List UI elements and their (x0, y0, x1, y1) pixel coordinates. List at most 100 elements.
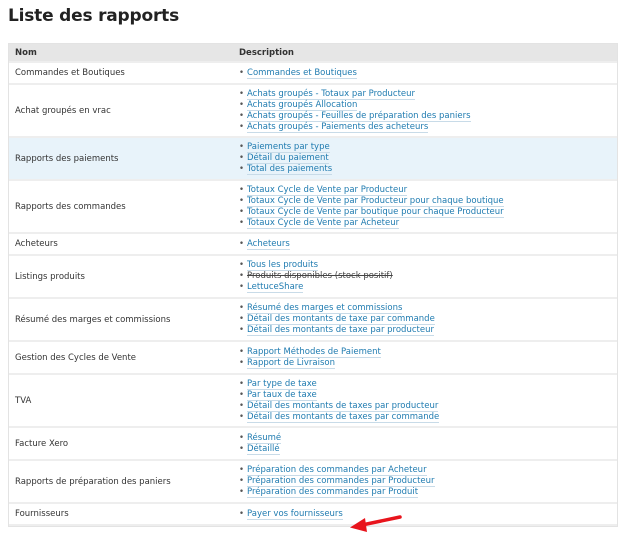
list-item: Commandes et Boutiques (239, 67, 611, 79)
list-item: Préparation des commandes par Produit (239, 487, 611, 498)
report-description: Résumé des marges et commissions Détail … (233, 299, 617, 342)
list-item: Rapport Méthodes de Paiement (239, 346, 611, 358)
list-item: Résumé des marges et commissions (239, 303, 611, 314)
table-row: Listings produits Tous les produits Prod… (9, 256, 617, 299)
report-link[interactable]: Achats groupés - Paiements des acheteurs (247, 121, 429, 133)
list-item: Détail des montants de taxe par producte… (239, 325, 611, 336)
list-item: LettuceShare (239, 282, 611, 293)
report-link[interactable]: Détaillé (247, 443, 280, 455)
list-item: Achats groupés - Paiements des acheteurs (239, 121, 611, 133)
list-item: Totaux Cycle de Vente par Acheteur (239, 217, 611, 229)
list-item: Produits disponibles (stock positif) (239, 271, 611, 282)
report-link[interactable]: Préparation des commandes par Acheteur (247, 465, 427, 476)
report-name: Gestion des Cycles de Vente (9, 342, 233, 375)
report-link[interactable]: Détail des montants de taxes par command… (247, 411, 440, 423)
report-link[interactable]: Rapport de Livraison (247, 357, 335, 369)
report-link[interactable]: Préparation des commandes par Produit (247, 487, 419, 498)
report-description: Préparation des commandes par Acheteur P… (233, 461, 617, 504)
report-name: Achat groupés en vrac (9, 85, 233, 138)
report-link[interactable]: Détail du paiement (247, 153, 329, 164)
list-item: Par type de taxe (239, 378, 611, 390)
report-link[interactable]: Total des paiements (247, 164, 333, 175)
report-link[interactable]: Préparation des commandes par Producteur (247, 476, 435, 487)
report-link[interactable]: Commandes et Boutiques (247, 67, 357, 79)
report-link-list: Résumé Détaillé (239, 432, 611, 455)
table-row: Acheteurs Acheteurs (9, 234, 617, 256)
report-link[interactable]: Totaux Cycle de Vente par Producteur pou… (247, 195, 504, 207)
list-item: Détaillé (239, 443, 611, 455)
list-item: Paiements par type (239, 142, 611, 153)
report-name: Facture Xero (9, 428, 233, 461)
list-item: Total des paiements (239, 164, 611, 175)
report-link[interactable]: Détail des montants de taxes par product… (247, 400, 439, 412)
table-row: TVA Par type de taxe Par taux de taxe Dé… (9, 375, 617, 428)
list-item: Détail du paiement (239, 153, 611, 164)
report-description: Tous les produits Produits disponibles (… (233, 256, 617, 299)
table-row: Achat groupés en vrac Achats groupés - T… (9, 85, 617, 138)
report-link[interactable]: Rapport Méthodes de Paiement (247, 346, 381, 358)
table-row: Résumé des marges et commissions Résumé … (9, 299, 617, 342)
report-description: Acheteurs (233, 234, 617, 256)
report-link-list: Résumé des marges et commissions Détail … (239, 303, 611, 336)
table-row: Rapports de préparation des paniers Prép… (9, 461, 617, 504)
report-description: Payer vos fournisseurs (233, 504, 617, 526)
table-row: Rapports des commandes Totaux Cycle de V… (9, 181, 617, 234)
report-link-payer-vos-fournisseurs[interactable]: Payer vos fournisseurs (247, 508, 343, 520)
list-item: Préparation des commandes par Producteur (239, 476, 611, 487)
list-item: Totaux Cycle de Vente par Producteur pou… (239, 195, 611, 207)
list-item: Détail des montants de taxe par commande (239, 314, 611, 325)
report-link[interactable]: Totaux Cycle de Vente par Acheteur (247, 217, 400, 229)
report-link[interactable]: Résumé (247, 432, 282, 444)
column-header-name: Nom (9, 44, 233, 63)
column-header-description: Description (233, 44, 617, 63)
list-item: Résumé (239, 432, 611, 444)
report-link[interactable]: Détail des montants de taxe par commande (247, 314, 435, 325)
report-description: Par type de taxe Par taux de taxe Détail… (233, 375, 617, 428)
report-link-list: Rapport Méthodes de Paiement Rapport de … (239, 346, 611, 369)
table-row: Commandes et Boutiques Commandes et Bout… (9, 63, 617, 85)
list-item: Par taux de taxe (239, 389, 611, 401)
report-link[interactable]: Totaux Cycle de Vente par boutique pour … (247, 206, 504, 218)
report-name: TVA (9, 375, 233, 428)
report-link-list: Achats groupés - Totaux par Producteur A… (239, 88, 611, 133)
report-name: Fournisseurs (9, 504, 233, 526)
report-name: Rapports de préparation des paniers (9, 461, 233, 504)
report-link[interactable]: Paiements par type (247, 142, 330, 153)
list-item: Détail des montants de taxes par command… (239, 411, 611, 423)
reports-table: Nom Description Commandes et Boutiques C… (8, 43, 618, 527)
table-row: Facture Xero Résumé Détaillé (9, 428, 617, 461)
list-item: Achats groupés Allocation (239, 99, 611, 111)
report-link[interactable]: Détail des montants de taxe par producte… (247, 325, 434, 336)
table-row: Rapports des paiements Paiements par typ… (9, 138, 617, 181)
report-link[interactable]: Résumé des marges et commissions (247, 303, 403, 314)
report-link-list: Tous les produits Produits disponibles (… (239, 260, 611, 293)
report-link[interactable]: LettuceShare (247, 282, 304, 293)
report-link[interactable]: Acheteurs (247, 238, 290, 250)
list-item: Tous les produits (239, 260, 611, 271)
table-row: Fournisseurs Payer vos fournisseurs (9, 504, 617, 526)
report-name: Résumé des marges et commissions (9, 299, 233, 342)
report-description: Paiements par type Détail du paiement To… (233, 138, 617, 181)
report-description: Achats groupés - Totaux par Producteur A… (233, 85, 617, 138)
report-link-list: Par type de taxe Par taux de taxe Détail… (239, 378, 611, 423)
report-name: Acheteurs (9, 234, 233, 256)
report-description: Rapport Méthodes de Paiement Rapport de … (233, 342, 617, 375)
report-link[interactable]: Tous les produits (247, 260, 319, 271)
report-link[interactable]: Totaux Cycle de Vente par Producteur (247, 184, 408, 196)
report-link-list: Paiements par type Détail du paiement To… (239, 142, 611, 175)
report-link[interactable]: Par taux de taxe (247, 389, 317, 401)
list-item: Totaux Cycle de Vente par boutique pour … (239, 206, 611, 218)
list-item: Achats groupés - Feuilles de préparation… (239, 110, 611, 122)
report-link[interactable]: Par type de taxe (247, 378, 317, 390)
report-description: Totaux Cycle de Vente par Producteur Tot… (233, 181, 617, 234)
list-item: Payer vos fournisseurs (239, 508, 611, 520)
report-link-list: Préparation des commandes par Acheteur P… (239, 465, 611, 498)
report-link[interactable]: Produits disponibles (stock positif) (247, 271, 393, 281)
report-link[interactable]: Achats groupés - Totaux par Producteur (247, 88, 416, 100)
table-header-row: Nom Description (9, 44, 617, 63)
report-description: Commandes et Boutiques (233, 63, 617, 85)
report-name: Listings produits (9, 256, 233, 299)
report-link[interactable]: Achats groupés Allocation (247, 99, 358, 111)
report-link[interactable]: Achats groupés - Feuilles de préparation… (247, 110, 471, 122)
list-item: Achats groupés - Totaux par Producteur (239, 88, 611, 100)
